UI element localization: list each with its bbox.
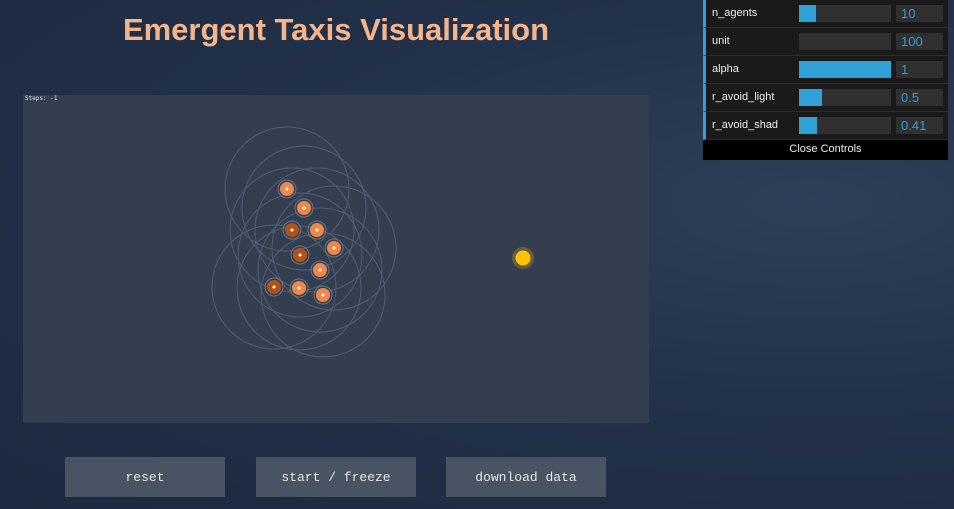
agent — [290, 245, 310, 265]
r-avoid-shad-input[interactable]: 0.41 — [896, 117, 943, 134]
control-label: alpha — [712, 63, 739, 75]
alpha-input[interactable]: 1 — [896, 61, 943, 78]
n-agents-slider[interactable] — [799, 5, 891, 22]
close-controls-button[interactable]: Close Controls — [703, 140, 948, 160]
simulation-canvas[interactable]: Steps: -1 — [23, 95, 649, 423]
unit-input[interactable]: 100 — [896, 33, 943, 50]
control-label: r_avoid_shad — [712, 119, 779, 131]
simulation-svg — [211, 126, 534, 358]
slider-fill — [799, 5, 816, 22]
agent — [313, 285, 333, 305]
r-avoid-light-slider[interactable] — [799, 89, 891, 106]
download-data-button[interactable]: download data — [446, 457, 606, 497]
n-agents-input[interactable]: 10 — [896, 5, 943, 22]
r-avoid-shad-slider[interactable] — [799, 117, 891, 134]
agent — [324, 238, 344, 258]
control-label: n_agents — [712, 7, 758, 19]
control-unit: unit 100 — [703, 28, 948, 56]
control-label: r_avoid_light — [712, 91, 775, 103]
agent — [310, 260, 330, 280]
control-alpha: alpha 1 — [703, 56, 948, 84]
control-label: unit — [712, 35, 730, 47]
agents — [264, 179, 344, 305]
reset-button[interactable]: reset — [65, 457, 225, 497]
slider-fill — [799, 117, 818, 134]
slider-fill — [799, 61, 891, 78]
light-source — [512, 247, 534, 269]
slider-fill — [799, 89, 822, 106]
alpha-slider[interactable] — [799, 61, 891, 78]
agent — [282, 220, 302, 240]
control-r-avoid-light: r_avoid_light 0.5 — [703, 84, 948, 112]
agent — [264, 277, 284, 297]
page-title: Emergent Taxis Visualization — [122, 12, 550, 47]
agent — [307, 220, 327, 240]
r-avoid-light-input[interactable]: 0.5 — [896, 89, 943, 106]
control-n-agents: n_agents 10 — [703, 0, 948, 28]
agent — [294, 198, 314, 218]
unit-slider[interactable] — [799, 33, 891, 50]
start-freeze-button[interactable]: start / freeze — [256, 457, 416, 497]
agent — [289, 278, 309, 298]
controls-panel: n_agents 10 unit 100 alpha 1 r_avoid_lig… — [703, 0, 948, 160]
control-r-avoid-shad: r_avoid_shad 0.41 — [703, 112, 948, 140]
agent — [277, 179, 297, 199]
